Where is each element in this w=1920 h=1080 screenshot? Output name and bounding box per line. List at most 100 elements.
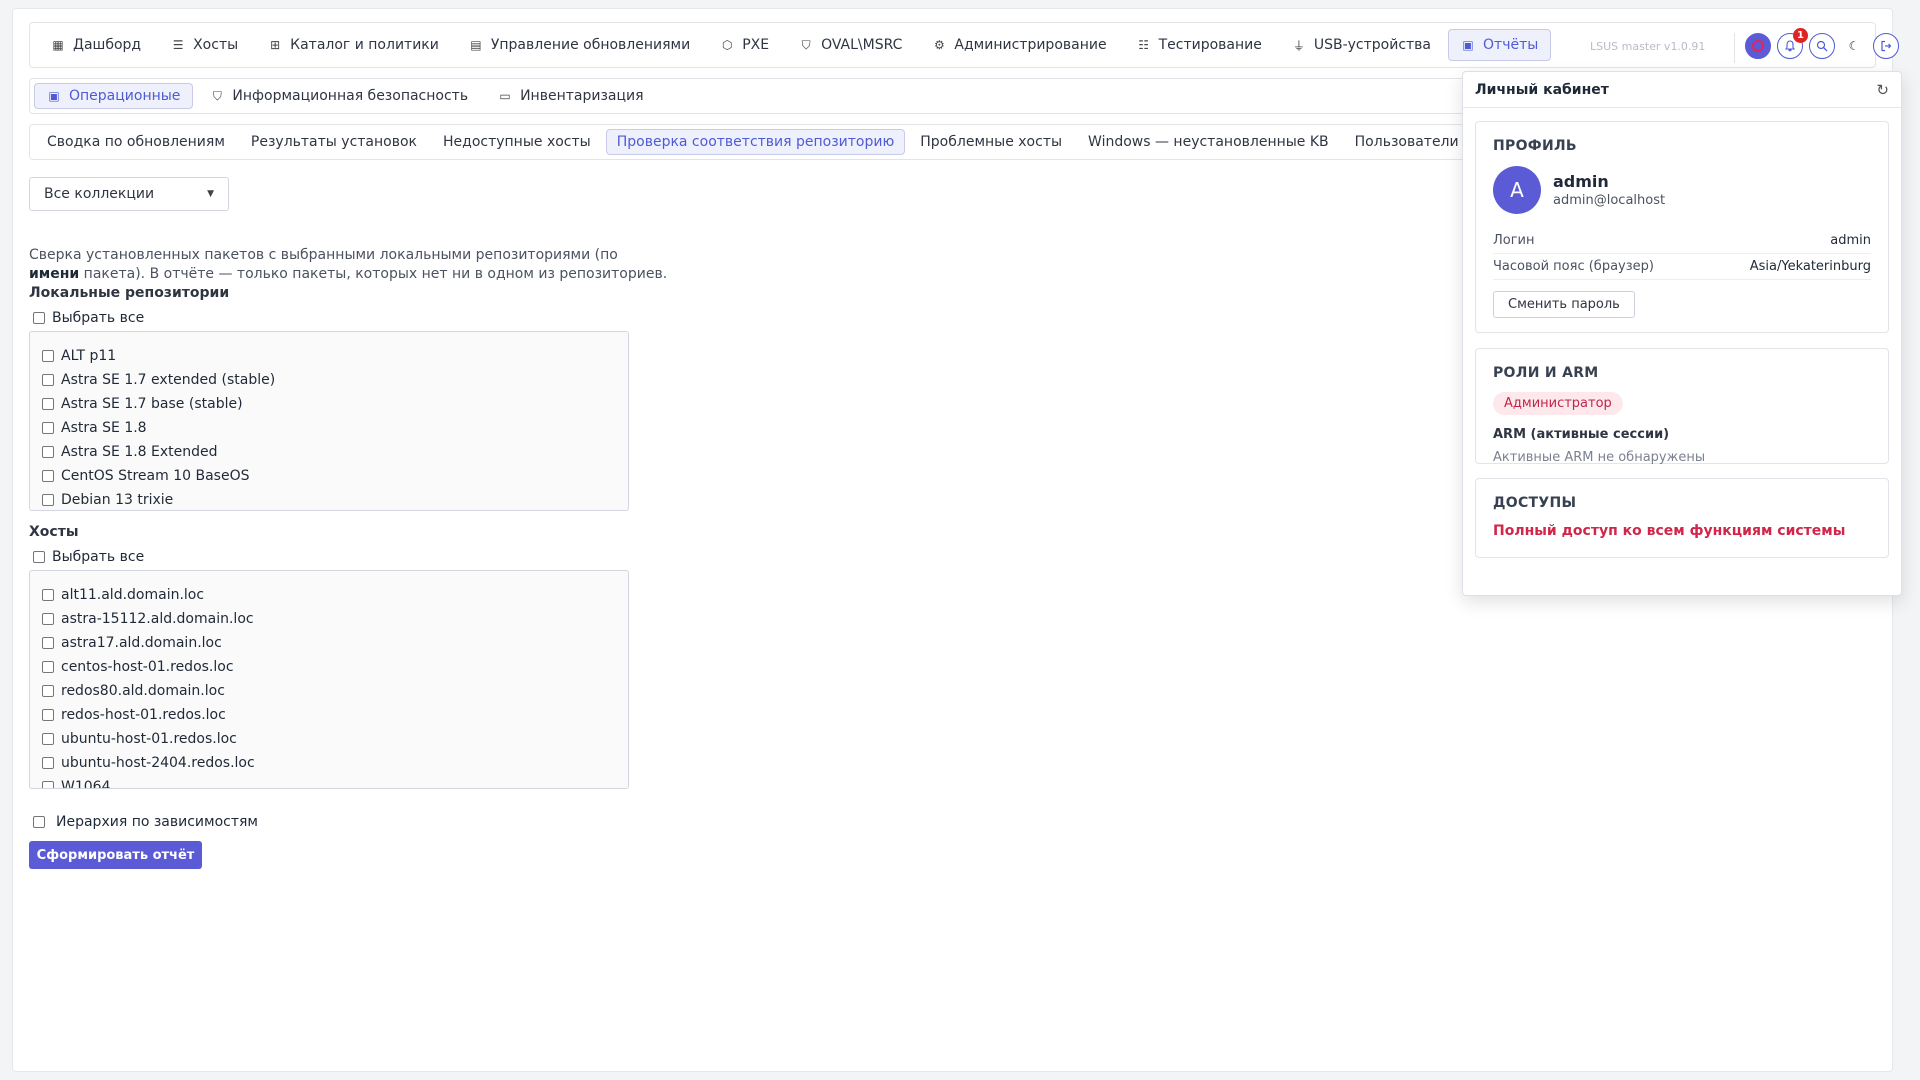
list-item[interactable]: ubuntu-host-01.redos.loc (42, 727, 628, 751)
bell-icon[interactable]: 1 (1777, 28, 1808, 59)
profile-card: ПРОФИЛЬ A admin admin@localhost Логин ad… (1475, 121, 1889, 333)
subnav-operational[interactable]: ▣ Операционные (34, 83, 194, 109)
tab-problem-hosts[interactable]: Проблемные хосты (909, 129, 1073, 155)
nav-label: Тестирование (1158, 37, 1262, 53)
checkbox[interactable] (42, 398, 54, 410)
checkbox[interactable] (42, 661, 54, 673)
list-item[interactable]: Astra SE 1.8 (42, 416, 628, 440)
app-version: LSUS master v1.0.91 (1590, 40, 1706, 53)
collection-select[interactable]: Все коллекции ▼ (29, 177, 229, 211)
checkbox[interactable] (42, 589, 54, 601)
checkbox[interactable] (33, 816, 45, 828)
checkbox[interactable] (42, 613, 54, 625)
tab-install-results[interactable]: Результаты установок (240, 129, 428, 155)
description-text: пакета). В отчёте — только пакеты, котор… (79, 266, 668, 282)
list-item[interactable]: astra-15112.ald.domain.loc (42, 607, 628, 631)
hosts-list[interactable]: alt11.ald.domain.loc astra-15112.ald.dom… (29, 570, 629, 789)
repos-list[interactable]: ALT p11 Astra SE 1.7 extended (stable) A… (29, 331, 629, 511)
login-value: admin (1830, 233, 1871, 248)
report-description: Сверка установленных пакетов с выбранным… (29, 246, 669, 284)
list-item[interactable]: Astra SE 1.7 extended (stable) (42, 368, 628, 392)
list-item[interactable]: CentOS Stream 10 BaseOS (42, 464, 628, 488)
refresh-icon[interactable]: ↻ (1876, 81, 1889, 99)
timezone-row: Часовой пояс (браузер) Asia/Yekaterinbur… (1493, 254, 1871, 280)
tab-update-summary[interactable]: Сводка по обновлениям (36, 129, 236, 155)
nav-reports[interactable]: ▣ Отчёты (1448, 29, 1552, 61)
nav-label: PXE (742, 37, 770, 53)
profile-summary: A admin admin@localhost (1493, 166, 1871, 214)
timezone-label: Часовой пояс (браузер) (1493, 259, 1654, 274)
tab-repo-compliance[interactable]: Проверка соответствия репозиторию (605, 129, 906, 155)
nav-pxe[interactable]: ⬡ PXE (707, 29, 782, 61)
nav-oval[interactable]: ⛉ OVAL\MSRC (786, 29, 915, 61)
shield-icon: ⛉ (212, 88, 222, 103)
checkbox[interactable] (33, 312, 45, 324)
arm-title: ARM (активные сессии) (1493, 427, 1670, 442)
moon-icon[interactable]: ☾ (1841, 33, 1867, 59)
list-item[interactable]: W1064 (42, 775, 628, 788)
list-item[interactable]: ubuntu-host-2404.redos.loc (42, 751, 628, 775)
list-item[interactable]: Astra SE 1.8 Extended (42, 440, 628, 464)
host-label: alt11.ald.domain.loc (61, 587, 205, 603)
description-text: Сверка установленных пакетов с выбранным… (29, 247, 618, 263)
hosts-title: Хосты (29, 524, 79, 540)
checkbox[interactable] (42, 757, 54, 769)
repo-label: Astra SE 1.8 Extended (61, 444, 218, 460)
list-item[interactable]: alt11.ald.domain.loc (42, 583, 628, 607)
login-row: Логин admin (1493, 228, 1871, 254)
logout-icon[interactable] (1873, 33, 1899, 59)
nav-testing[interactable]: ☷ Тестирование (1124, 29, 1275, 61)
profile-panel: Личный кабинет ↻ ПРОФИЛЬ A admin admin@l… (1462, 71, 1902, 596)
nav-catalog[interactable]: ⊞ Каталог и политики (255, 29, 452, 61)
list-item[interactable]: ALT p11 (42, 344, 628, 368)
subnav-security[interactable]: ⛉ Информационная безопасность (197, 83, 481, 109)
list-item[interactable]: redos80.ald.domain.loc (42, 679, 628, 703)
list-item[interactable]: centos-host-01.redos.loc (42, 655, 628, 679)
nav-usb[interactable]: ⏚ USB-устройства (1279, 29, 1444, 61)
checkbox[interactable] (42, 470, 54, 482)
hosts-select-all[interactable]: Выбрать все (33, 545, 144, 569)
change-password-button[interactable]: Сменить пароль (1493, 291, 1635, 318)
repo-label: ALT p11 (61, 348, 117, 364)
host-label: ubuntu-host-2404.redos.loc (61, 755, 255, 771)
section-title: ДОСТУПЫ (1493, 495, 1577, 511)
collection-select-value: Все коллекции (44, 186, 155, 202)
access-card: ДОСТУПЫ Полный доступ ко всем функциям с… (1475, 478, 1889, 558)
host-label: redos80.ald.domain.loc (61, 683, 225, 699)
chevron-down-icon: ▼ (207, 189, 214, 199)
checkbox[interactable] (42, 350, 54, 362)
nav-dashboard[interactable]: ▦ Дашборд (38, 29, 154, 61)
nav-updates[interactable]: ▤ Управление обновлениями (456, 29, 703, 61)
list-item[interactable]: Astra SE 1.7 base (stable) (42, 392, 628, 416)
checkbox[interactable] (42, 422, 54, 434)
nav-hosts[interactable]: ☰ Хосты (158, 29, 251, 61)
checkbox[interactable] (42, 781, 54, 788)
notification-badge: 1 (1793, 28, 1808, 43)
section-title: РОЛИ И ARM (1493, 365, 1599, 381)
tab-unavailable-hosts[interactable]: Недоступные хосты (432, 129, 602, 155)
archive-icon: ▭ (499, 89, 511, 103)
roles-card: РОЛИ И ARM Администратор ARM (активные с… (1475, 348, 1889, 465)
subnav-inventory[interactable]: ▭ Инвентаризация (485, 83, 656, 109)
checkbox[interactable] (42, 709, 54, 721)
list-item[interactable]: astra17.ald.domain.loc (42, 631, 628, 655)
checkbox[interactable] (33, 551, 45, 563)
checkbox[interactable] (42, 733, 54, 745)
checkbox[interactable] (42, 685, 54, 697)
access-text: Полный доступ ко всем функциям системы (1493, 523, 1846, 539)
list-item[interactable]: Debian 13 trixie (42, 488, 628, 510)
nav-admin[interactable]: ⚙ Администрирование (919, 29, 1119, 61)
checkbox[interactable] (42, 637, 54, 649)
list-item[interactable]: redos-host-01.redos.loc (42, 703, 628, 727)
checkbox[interactable] (42, 446, 54, 458)
subnav-label: Информационная безопасность (232, 88, 469, 104)
checkbox[interactable] (42, 374, 54, 386)
tab-windows-kb[interactable]: Windows — неустановленные KB (1077, 129, 1340, 155)
user-menu-icon[interactable] (1745, 33, 1771, 59)
checkbox[interactable] (42, 494, 54, 506)
search-zoom-icon[interactable] (1809, 33, 1835, 59)
repos-select-all[interactable]: Выбрать все (33, 306, 144, 330)
generate-report-button[interactable]: Сформировать отчёт (29, 841, 202, 869)
top-navigation: ▦ Дашборд ☰ Хосты ⊞ Каталог и политики ▤… (29, 22, 1899, 68)
hierarchy-option[interactable]: Иерархия по зависимостям (33, 810, 258, 834)
